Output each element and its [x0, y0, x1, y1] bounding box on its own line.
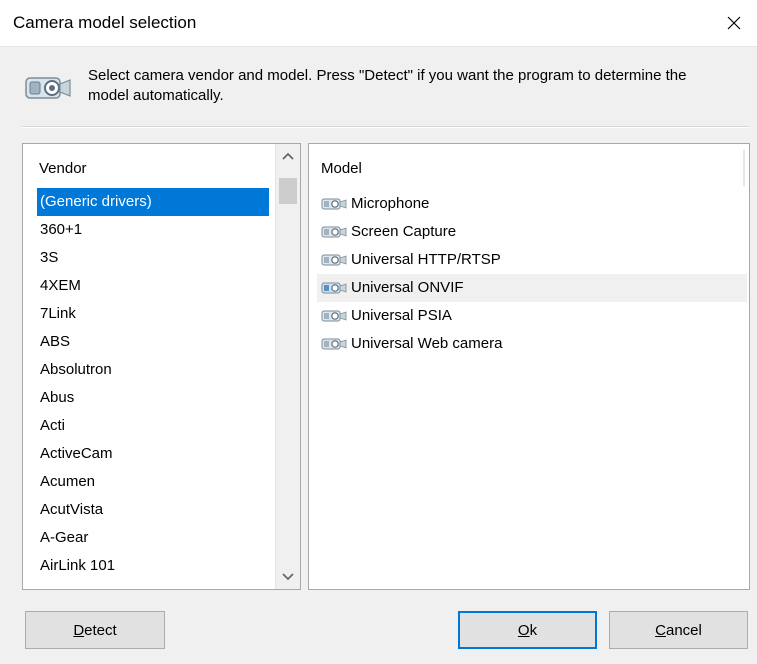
- model-item[interactable]: Universal HTTP/RTSP: [317, 246, 747, 274]
- ok-label: k: [529, 621, 538, 639]
- model-item[interactable]: Universal Web camera: [317, 330, 747, 358]
- model-item[interactable]: Screen Capture: [317, 218, 747, 246]
- ok-accel: O: [517, 621, 530, 639]
- vendor-item[interactable]: (Generic drivers): [37, 188, 269, 216]
- model-column-header: Model: [321, 160, 362, 177]
- model-label: Universal PSIA: [351, 307, 452, 324]
- close-icon: [727, 16, 741, 30]
- vendor-item[interactable]: 3S: [37, 244, 269, 272]
- close-button[interactable]: [711, 0, 757, 46]
- chevron-down-icon: [282, 573, 294, 581]
- model-label: Universal ONVIF: [351, 279, 464, 296]
- vendor-item[interactable]: AcutVista: [37, 496, 269, 524]
- camera-small-icon: [321, 254, 347, 266]
- model-list[interactable]: Microphone Screen Capture Universal HTTP/R…: [317, 190, 747, 358]
- vendor-item[interactable]: ABS: [37, 328, 269, 356]
- vendor-item[interactable]: Absolutron: [37, 356, 269, 384]
- vendor-item[interactable]: Abus: [37, 384, 269, 412]
- vendor-item[interactable]: Acti: [37, 412, 269, 440]
- title-bar: Camera model selection: [0, 0, 757, 47]
- scroll-thumb[interactable]: [279, 178, 297, 204]
- model-item[interactable]: Microphone: [317, 190, 747, 218]
- chevron-up-icon: [282, 152, 294, 160]
- cancel-label: ancel: [665, 621, 702, 639]
- vendor-list-panel[interactable]: Vendor (Generic drivers) 360+1 3S 4XEM 7Link…: [22, 143, 301, 590]
- camera-small-icon: [321, 310, 347, 322]
- scroll-down-button[interactable]: [276, 565, 300, 589]
- camera-icon: [25, 77, 71, 99]
- camera-small-icon: [321, 282, 347, 294]
- model-item[interactable]: Universal ONVIF: [317, 274, 747, 302]
- detect-button[interactable]: Detect: [25, 611, 165, 649]
- vendor-column-header: Vendor: [39, 160, 87, 177]
- vendor-list[interactable]: (Generic drivers) 360+1 3S 4XEM 7Link ABS Abso…: [37, 188, 269, 580]
- ok-button[interactable]: Ok: [458, 611, 597, 649]
- detect-label: etect: [84, 621, 117, 639]
- vendor-item[interactable]: ActiveCam: [37, 440, 269, 468]
- cancel-button[interactable]: Cancel: [609, 611, 748, 649]
- header-divider: [743, 150, 745, 186]
- info-section: Select camera vendor and model. Press "D…: [24, 66, 744, 116]
- scroll-up-button[interactable]: [276, 144, 300, 168]
- separator: [22, 126, 749, 128]
- vendor-item[interactable]: Acumen: [37, 468, 269, 496]
- model-list-panel[interactable]: Model Microphone Screen Capture Universal …: [308, 143, 750, 590]
- vendor-item[interactable]: 7Link: [37, 300, 269, 328]
- camera-small-icon: [321, 226, 347, 238]
- model-label: Universal HTTP/RTSP: [351, 251, 501, 268]
- vendor-item[interactable]: AirLink 101: [37, 552, 269, 580]
- camera-small-icon: [321, 338, 347, 350]
- model-label: Screen Capture: [351, 223, 457, 240]
- vendor-item[interactable]: A-Gear: [37, 524, 269, 552]
- camera-small-icon: [321, 198, 347, 210]
- vendor-item[interactable]: 4XEM: [37, 272, 269, 300]
- window-title: Camera model selection: [13, 13, 197, 32]
- model-label: Microphone: [351, 195, 430, 212]
- model-item[interactable]: Universal PSIA: [317, 302, 747, 330]
- model-label: Universal Web camera: [351, 335, 503, 352]
- detect-accel: D: [73, 621, 85, 639]
- vendor-scrollbar[interactable]: [275, 144, 300, 589]
- cancel-accel: C: [655, 621, 666, 639]
- vendor-item[interactable]: 360+1: [37, 216, 269, 244]
- info-text: Select camera vendor and model. Press "D…: [88, 67, 687, 104]
